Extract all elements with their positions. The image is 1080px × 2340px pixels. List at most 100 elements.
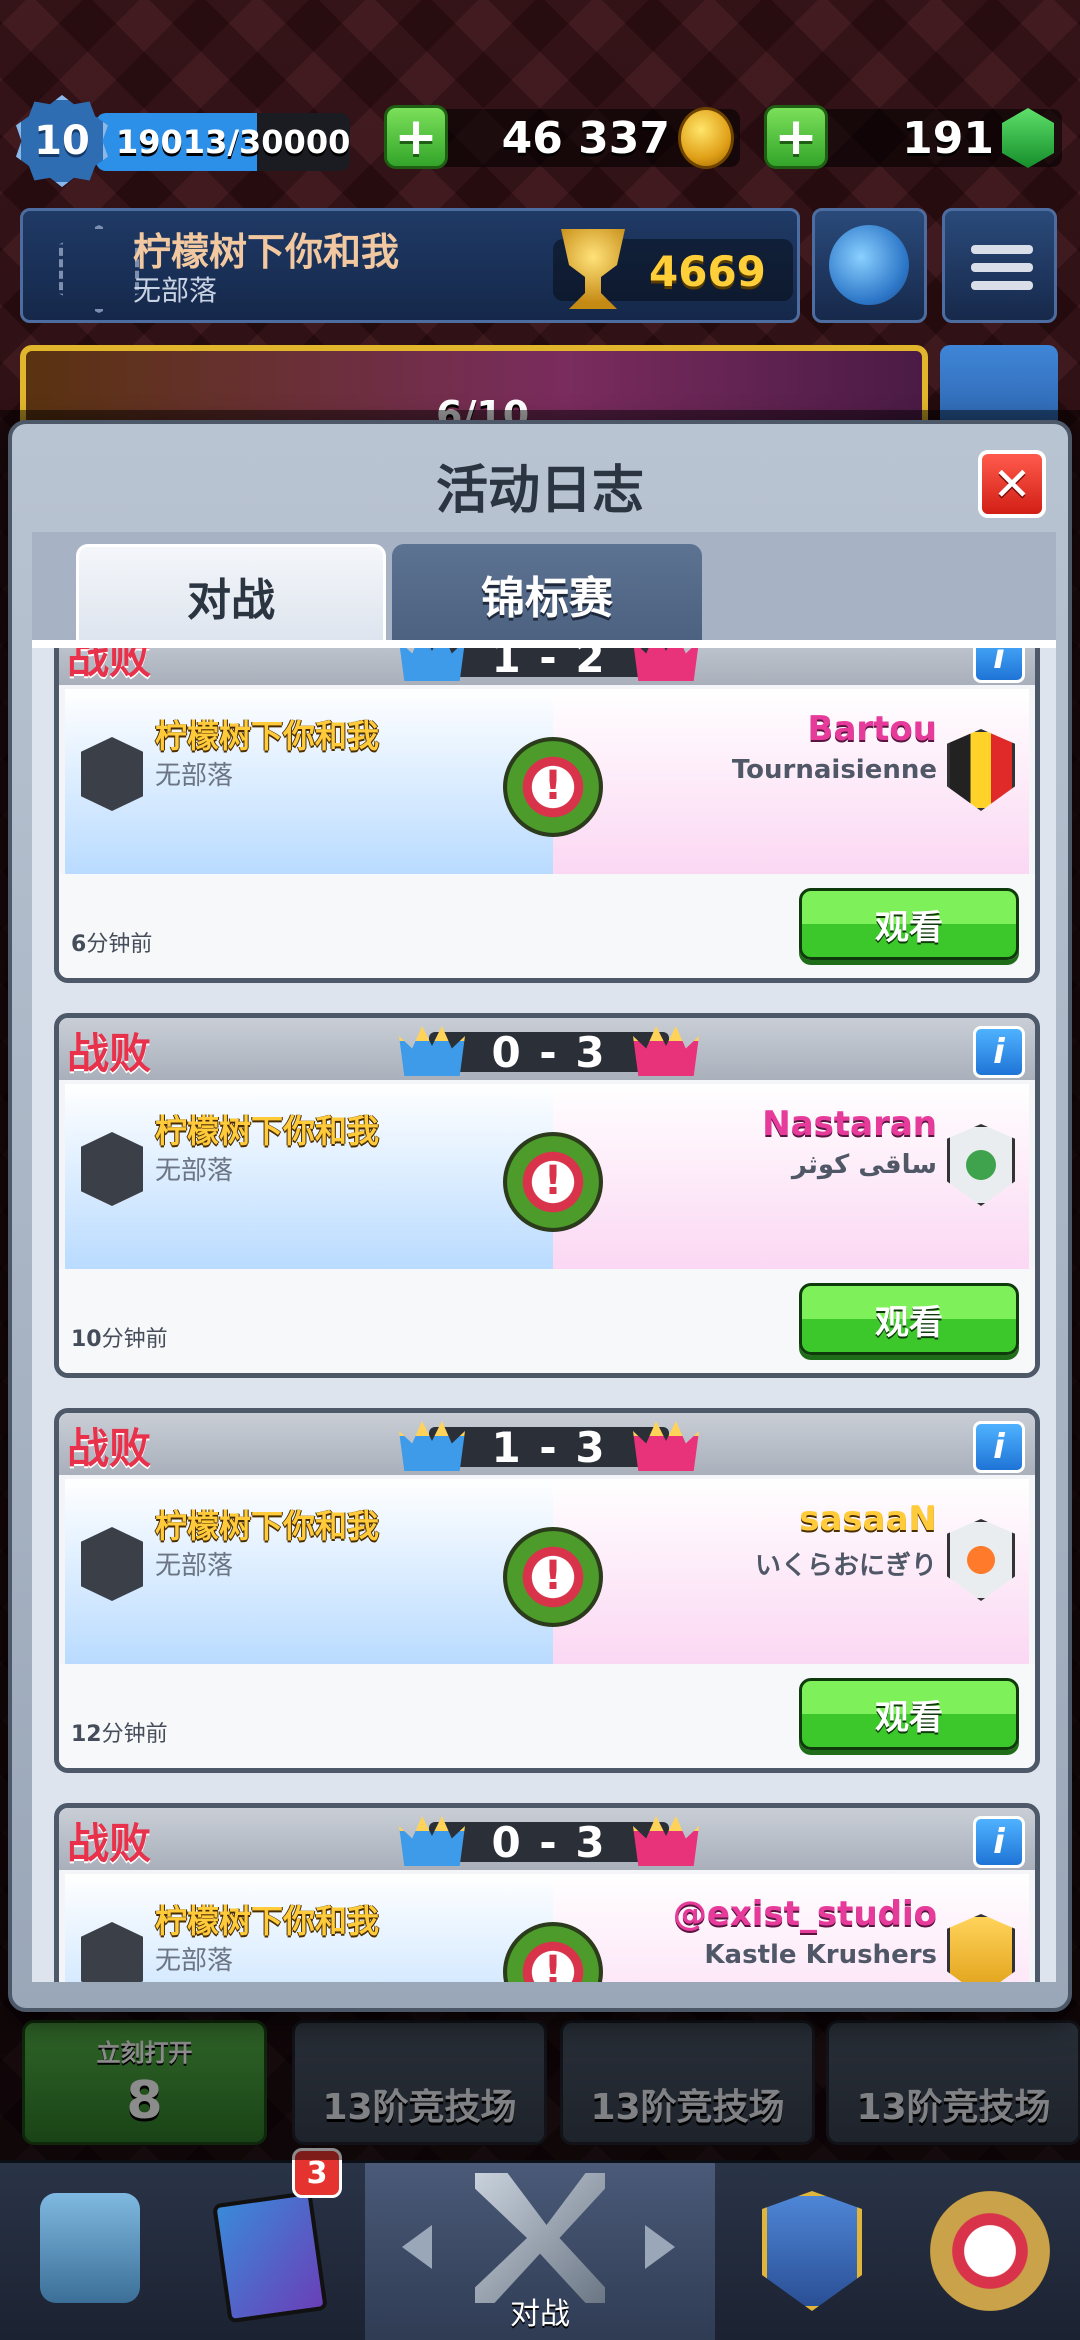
battle-card-footer: 6分钟前 观看 (59, 874, 1035, 978)
profile-clan-name: 无部落 (133, 274, 218, 307)
opponent-name: @exist_studio (672, 1894, 937, 1934)
score-text: 0 - 3 (491, 1818, 607, 1867)
battle-matchup: 柠檬树下你和我 无部落 ! @exist_studio Kastle Krush… (65, 1874, 1029, 1982)
bottom-navigation: 对战 (0, 2160, 1080, 2340)
trophy-counter: 4669 (553, 229, 793, 309)
battle-time: 10分钟前 (71, 1327, 168, 1352)
battle-result: 战败 (67, 1424, 152, 1473)
leaderboard-button[interactable] (812, 208, 927, 323)
battle-card: 战败 1 - 3 i 柠檬树下你和我 无部落 ! sasaaN いくらおにぎり (54, 1408, 1040, 1773)
player-clan: 无部落 (155, 1156, 234, 1186)
menu-button[interactable] (942, 208, 1057, 323)
battle-list[interactable]: 战败 1 - 2 i 柠檬树下你和我 无部落 ! Bartou Tournais… (32, 640, 1056, 1982)
xp-text: 19013/30000 (116, 123, 350, 161)
battle-card-header: 战败 1 - 3 i (59, 1413, 1035, 1475)
battle-matchup: 柠檬树下你和我 无部落 ! sasaaN いくらおにぎり (65, 1479, 1029, 1664)
player-name: 柠檬树下你和我 (155, 717, 380, 755)
event-mode-icon: ! (503, 737, 603, 837)
event-mode-icon: ! (503, 1132, 603, 1232)
top-resource-bar: 19013/30000 10 46 337 + 191 + (0, 95, 1080, 187)
events-calendar-icon (930, 2191, 1050, 2311)
battle-card-footer: 12分钟前 观看 (59, 1664, 1035, 1768)
opponent-name: Bartou (807, 709, 937, 749)
crown-score: 0 - 3 (399, 1026, 699, 1077)
battle-card: 战败 0 - 3 i 柠檬树下你和我 无部落 ! @exist_studio K… (54, 1803, 1040, 1982)
modal-title: 活动日志 (435, 461, 644, 521)
empty-clan-badge-icon (59, 225, 139, 313)
battle-card-footer: 10分钟前 观看 (59, 1269, 1035, 1373)
gem-counter: 191 (800, 108, 1062, 168)
gold-amount: 46 337 (501, 112, 670, 164)
watch-replay-button[interactable]: 观看 (799, 888, 1019, 960)
gem-amount: 191 (902, 112, 994, 164)
player-clan-badge-icon (81, 737, 143, 811)
battle-info-button[interactable]: i (973, 1026, 1025, 1078)
battle-log-modal: 活动日志 ✕ 对战 锦标赛 战败 1 - 2 i 柠檬树下你和我 无部落 ! B… (8, 420, 1072, 2012)
nav-shop[interactable] (0, 2163, 180, 2340)
battle-result: 战败 (67, 640, 152, 683)
watch-replay-button[interactable]: 观看 (799, 1678, 1019, 1750)
opponent-name: sasaaN (799, 1499, 937, 1539)
tab-tournaments[interactable]: 锦标赛 (392, 544, 702, 644)
nav-events[interactable] (900, 2163, 1080, 2340)
buy-gold-button[interactable]: + (384, 105, 448, 169)
opponent-clan: ساقی کوثر (791, 1150, 937, 1180)
gold-counter: 46 337 (420, 107, 740, 169)
opponent-clan: いくらおにぎり (754, 1551, 937, 1581)
nav-right-arrow-icon[interactable] (645, 2225, 675, 2269)
score-text: 1 - 3 (491, 1423, 607, 1472)
battle-info-button[interactable]: i (973, 648, 1025, 683)
battle-result: 战败 (67, 1029, 152, 1078)
opponent-clan: Kastle Krushers (704, 1940, 937, 1970)
battle-card: 战败 1 - 2 i 柠檬树下你和我 无部落 ! Bartou Tournais… (54, 640, 1040, 983)
crown-score: 1 - 2 (399, 640, 699, 682)
shop-chest-icon (40, 2193, 140, 2303)
player-clan: 无部落 (155, 761, 234, 791)
crown-score: 1 - 3 (399, 1421, 699, 1472)
trophy-count: 4669 (649, 247, 766, 296)
crown-score: 0 - 3 (399, 1816, 699, 1867)
xp-bar: 19013/30000 (96, 113, 350, 171)
battle-matchup: 柠檬树下你和我 无部落 ! Nastaran ساقی کوثر (65, 1084, 1029, 1269)
player-name: 柠檬树下你和我 (155, 1507, 380, 1545)
buy-gems-button[interactable]: + (764, 105, 828, 169)
score-text: 0 - 3 (491, 1028, 607, 1077)
player-clan-badge-icon (81, 1527, 143, 1601)
nav-clan[interactable] (720, 2163, 900, 2340)
battle-card: 战败 0 - 3 i 柠檬树下你和我 无部落 ! Nastaran ساقی ک… (54, 1013, 1040, 1378)
battle-info-button[interactable]: i (973, 1421, 1025, 1473)
event-mode-icon: ! (503, 1527, 603, 1627)
hamburger-menu-icon (971, 245, 1033, 291)
player-clan: 无部落 (155, 1946, 234, 1976)
battle-card-header: 战败 1 - 2 i (59, 640, 1035, 685)
opponent-name: Nastaran (762, 1104, 937, 1144)
level-badge: 10 (16, 95, 108, 187)
profile-panel[interactable]: 柠檬树下你和我 无部落 4669 (20, 208, 800, 323)
score-text: 1 - 2 (491, 640, 607, 682)
nav-left-arrow-icon[interactable] (402, 2225, 432, 2269)
battle-matchup: 柠檬树下你和我 无部落 ! Bartou Tournaisienne (65, 689, 1029, 874)
player-name: 柠檬树下你和我 (155, 1902, 380, 1940)
battle-time: 12分钟前 (71, 1722, 168, 1747)
gem-icon (1002, 108, 1054, 168)
gold-coin-icon (678, 107, 734, 169)
player-clan: 无部落 (155, 1551, 234, 1581)
close-button[interactable]: ✕ (978, 450, 1046, 518)
battle-result: 战败 (67, 1819, 152, 1868)
tab-battles[interactable]: 对战 (76, 544, 386, 644)
battle-time: 6分钟前 (71, 932, 153, 957)
profile-player-name: 柠檬树下你和我 (133, 230, 400, 274)
opponent-clan: Tournaisienne (731, 755, 937, 785)
watch-replay-button[interactable]: 观看 (799, 1283, 1019, 1355)
battle-info-button[interactable]: i (973, 1816, 1025, 1868)
trophy-icon (561, 229, 625, 309)
battle-card-header: 战败 0 - 3 i (59, 1018, 1035, 1080)
nav-battle-label: 对战 (510, 2297, 570, 2332)
player-clan-badge-icon (81, 1132, 143, 1206)
globe-icon (829, 225, 909, 305)
player-name: 柠檬树下你和我 (155, 1112, 380, 1150)
cards-icon (212, 2190, 328, 2324)
battle-card-header: 战败 0 - 3 i (59, 1808, 1035, 1870)
clan-shield-icon (762, 2191, 862, 2311)
crossed-swords-icon (475, 2173, 605, 2303)
